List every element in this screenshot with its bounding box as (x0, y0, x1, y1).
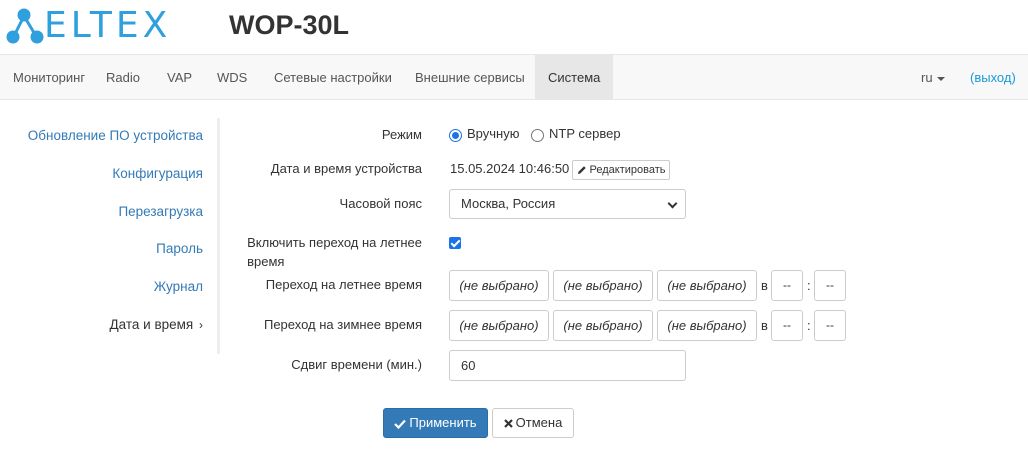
nav-item-vap[interactable]: VAP (154, 55, 205, 100)
chevron-right-icon: › (199, 318, 203, 332)
dst-start-hour-input[interactable]: -- (771, 270, 803, 301)
page-title: WOP-30L (229, 10, 350, 40)
pencil-icon (577, 166, 586, 175)
timezone-value: Москва, Россия (461, 196, 556, 211)
dst-end-minute-input[interactable]: -- (814, 310, 846, 341)
checkmark-icon (394, 419, 407, 429)
sidebar-item-reboot[interactable]: Перезагрузка (118, 202, 203, 222)
nav-item-radio[interactable]: Radio (93, 55, 153, 100)
eltex-logo-icon (6, 8, 44, 44)
sidebar: Обновление ПО устройства Конфигурация Пе… (0, 118, 220, 354)
eltex-logo[interactable]: ELTEX (4, 6, 171, 46)
nav-item-network-settings[interactable]: Сетевые настройки (261, 55, 405, 100)
sidebar-item-log[interactable]: Журнал (154, 277, 203, 297)
sidebar-item-configuration[interactable]: Конфигурация (112, 164, 203, 184)
cancel-button[interactable]: Отмена (492, 408, 574, 438)
logout-link[interactable]: (выход) (970, 55, 1016, 100)
dst-enable-label-line1: Включить переход на летнее (247, 235, 422, 250)
chevron-down-icon (667, 198, 678, 209)
dst-start-label: Переход на летнее время (265, 277, 422, 292)
nav-item-monitoring[interactable]: Мониторинг (0, 55, 98, 100)
mode-label: Режим (381, 127, 422, 142)
sidebar-item-date-time[interactable]: Дата и время › (110, 315, 203, 335)
time-shift-label: Сдвиг времени (мин.) (291, 357, 422, 372)
nav-item-system[interactable]: Система (535, 55, 613, 100)
dst-enable-label-line2: время (247, 254, 285, 269)
dst-end-week-select[interactable]: (не выбрано) (553, 310, 653, 341)
dst-start-day-select[interactable]: (не выбрано) (657, 270, 757, 301)
device-datetime-label: Дата и время устройства (270, 161, 422, 176)
dst-end-day-select[interactable]: (не выбрано) (657, 310, 757, 341)
dst-enable-checkbox[interactable] (449, 237, 461, 249)
language-dropdown[interactable]: ru (921, 55, 945, 100)
apply-button[interactable]: Применить (383, 408, 488, 438)
sidebar-item-label: Дата и время (109, 317, 194, 332)
device-datetime-value: 15.05.2024 10:46:50 (450, 161, 570, 176)
dst-start-minute-input[interactable]: -- (814, 270, 846, 301)
sidebar-item-password[interactable]: Пароль (156, 239, 203, 259)
sidebar-item-firmware-update[interactable]: Обновление ПО устройства (28, 126, 203, 146)
logo-text: ELTEX (44, 5, 172, 46)
mode-ntp-radio[interactable] (531, 129, 544, 142)
time-shift-input[interactable]: 60 (449, 350, 686, 381)
mode-manual-label[interactable]: Вручную (467, 126, 519, 142)
cancel-button-label: Отмена (515, 415, 563, 430)
mode-ntp-label[interactable]: NTP сервер (549, 126, 621, 142)
timezone-select[interactable]: Москва, Россия (449, 189, 686, 219)
dst-end-hour-input[interactable]: -- (771, 310, 803, 341)
dst-enable-label: Включить переход на летнее время (247, 233, 422, 271)
nav-item-wds[interactable]: WDS (204, 55, 260, 100)
dst-start-at-label: в (761, 278, 768, 293)
apply-button-label: Применить (409, 415, 477, 430)
dst-end-at-label: в (761, 318, 768, 333)
mode-manual-radio[interactable] (449, 129, 462, 142)
edit-button-label: Редактировать (589, 164, 666, 176)
dst-start-month-select[interactable]: (не выбрано) (449, 270, 549, 301)
dst-end-label: Переход на зимнее время (263, 317, 422, 332)
caret-down-icon (936, 76, 945, 81)
top-navbar: Мониторинг Radio VAP WDS Сетевые настрой… (0, 54, 1028, 100)
dst-end-month-select[interactable]: (не выбрано) (449, 310, 549, 341)
language-label: ru (921, 70, 933, 85)
edit-datetime-button[interactable]: Редактировать (572, 160, 670, 180)
close-icon (503, 419, 513, 428)
dst-end-colon: : (807, 318, 811, 333)
nav-item-external-services[interactable]: Внешние сервисы (402, 55, 538, 100)
dst-start-colon: : (807, 278, 811, 293)
header: ELTEX WOP-30L (0, 0, 1028, 54)
dst-start-week-select[interactable]: (не выбрано) (553, 270, 653, 301)
timezone-label: Часовой пояс (339, 196, 422, 211)
